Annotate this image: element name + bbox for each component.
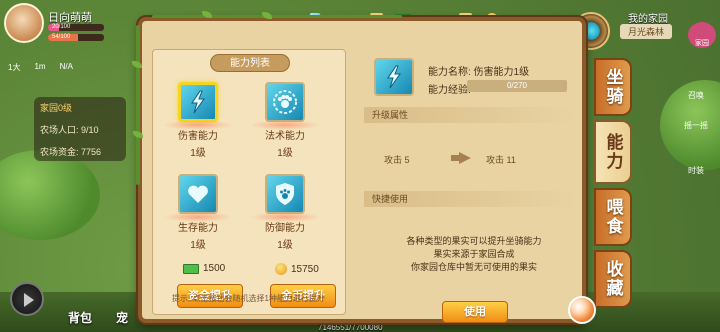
skill-defense[interactable]: 防御能力 1级 xyxy=(250,174,320,251)
shake-label: 摇一摇 xyxy=(684,121,708,130)
tab-ability[interactable]: 能力 xyxy=(594,120,632,184)
homeland-button[interactable]: 家园 xyxy=(688,22,716,48)
use-button[interactable]: 使用 xyxy=(442,301,508,323)
tab-mount[interactable]: 坐骑 xyxy=(594,58,632,116)
attr-after: 攻击 11 xyxy=(486,155,516,165)
skill-level: 1级 xyxy=(277,148,293,159)
player-name: 日向萌萌 xyxy=(48,12,92,24)
farm-level: 家园0级 xyxy=(40,103,73,113)
farm-info-panel: 家园0级 农场人口: 9/10 农场资金: 7756 xyxy=(34,97,126,161)
skill-name: 法术能力 xyxy=(265,131,305,142)
skill-name: 生存能力 xyxy=(178,223,218,234)
population-label: 农场人口: xyxy=(40,125,79,135)
coin-cost: 15750 xyxy=(275,263,319,275)
lightning-icon xyxy=(178,82,218,122)
funds-value: 7756 xyxy=(81,147,102,157)
status-label: N/A xyxy=(59,62,73,71)
skill-survival[interactable]: 生存能力 1级 xyxy=(163,174,233,251)
population-value: 9/10 xyxy=(81,125,99,135)
lightning-icon xyxy=(374,58,414,96)
vine-decoration xyxy=(152,15,402,18)
shield-paw-icon xyxy=(265,174,305,214)
coin-icon xyxy=(275,263,287,275)
pet-label: 宠 xyxy=(116,311,129,325)
tab-label: 能力 xyxy=(603,133,623,171)
play-joystick-icon[interactable] xyxy=(10,282,44,316)
cash-icon xyxy=(183,263,199,274)
attr-before: 攻击 5 xyxy=(384,155,410,165)
bag-label: 背包 xyxy=(68,311,93,325)
status-row: 1大 1m N/A xyxy=(8,62,73,73)
skill-name: 防御能力 xyxy=(265,223,305,234)
farm-funds: 农场资金: 7756 xyxy=(40,145,120,158)
mp-text: 54/100 xyxy=(52,34,71,40)
arrow-right-icon xyxy=(451,152,471,164)
my-home-label: 我的家园 xyxy=(628,14,668,25)
tab-label: 喂食 xyxy=(603,198,623,236)
tab-label: 坐骑 xyxy=(603,68,623,106)
ability-list-pane: 能力列表 伤害能力 1级 法术能力 1级 生存能力 1级 防御能力 1级 150… xyxy=(152,49,346,315)
ability-detail-pane: 能力名称: 伤害能力1级 能力经验: 0/270 升级属性 攻击 5 攻击 11… xyxy=(354,49,580,323)
tab-collection[interactable]: 收藏 xyxy=(594,250,632,308)
paw-burst-icon xyxy=(265,82,305,122)
pet-button[interactable]: 宠 xyxy=(116,309,128,326)
summon-label: 召唤 xyxy=(688,91,704,100)
cash-cost: 1500 xyxy=(183,263,225,274)
vine-decoration xyxy=(136,25,140,185)
status-label: 1大 xyxy=(8,63,21,72)
skill-damage[interactable]: 伤害能力 1级 xyxy=(163,82,233,159)
skill-name: 伤害能力 xyxy=(178,131,218,142)
upgrade-hint: 提示: 点击按钮会随机选择1种能力进行提升 xyxy=(172,294,325,303)
status-label: 1m xyxy=(34,62,46,71)
desc-line: 你家园仓库中暂无可使用的果实 xyxy=(410,262,537,272)
heart-icon xyxy=(178,174,218,214)
bag-button[interactable]: 背包 xyxy=(68,309,92,326)
homeland-label: 家园 xyxy=(695,40,709,47)
funds-label: 农场资金: xyxy=(40,147,79,157)
ability-exp-label: 能力经验: xyxy=(428,85,471,96)
skill-level: 1级 xyxy=(190,240,206,251)
ability-list-title: 能力列表 xyxy=(210,54,290,72)
exp-counter: 7146551/7700080 xyxy=(318,323,383,332)
fashion-button[interactable]: 时装 xyxy=(680,165,712,193)
skill-magic[interactable]: 法术能力 1级 xyxy=(250,82,320,159)
area-name: 月光森林 xyxy=(619,24,672,39)
avatar[interactable] xyxy=(4,3,44,43)
quick-use-header: 快捷使用 xyxy=(364,191,576,207)
skill-level: 1级 xyxy=(190,148,206,159)
hp-text: 20/100 xyxy=(52,24,71,30)
upgrade-attr-header: 升级属性 xyxy=(364,107,576,123)
summon-button[interactable]: 召唤 xyxy=(680,90,712,118)
ability-name: 能力名称: 伤害能力1级 xyxy=(428,67,530,78)
coin-cost-value: 15750 xyxy=(291,263,319,275)
tab-label: 收藏 xyxy=(603,260,623,298)
tab-feed[interactable]: 喂食 xyxy=(594,188,632,246)
fashion-label: 时装 xyxy=(688,166,704,175)
cash-cost-value: 1500 xyxy=(203,263,226,274)
close-icon[interactable] xyxy=(568,296,596,324)
ability-exp-bar: 0/270 xyxy=(467,80,567,92)
ability-dialog: 能力列表 伤害能力 1级 法术能力 1级 生存能力 1级 防御能力 1级 150… xyxy=(132,11,586,323)
desc-line: 各种类型的果实可以提升坐骑能力 xyxy=(406,236,542,246)
shake-button[interactable]: 摇一摇 xyxy=(680,120,712,148)
skill-level: 1级 xyxy=(277,240,293,251)
farm-population: 农场人口: 9/10 xyxy=(40,123,120,136)
desc-line: 果实来源于家园合成 xyxy=(433,249,515,259)
